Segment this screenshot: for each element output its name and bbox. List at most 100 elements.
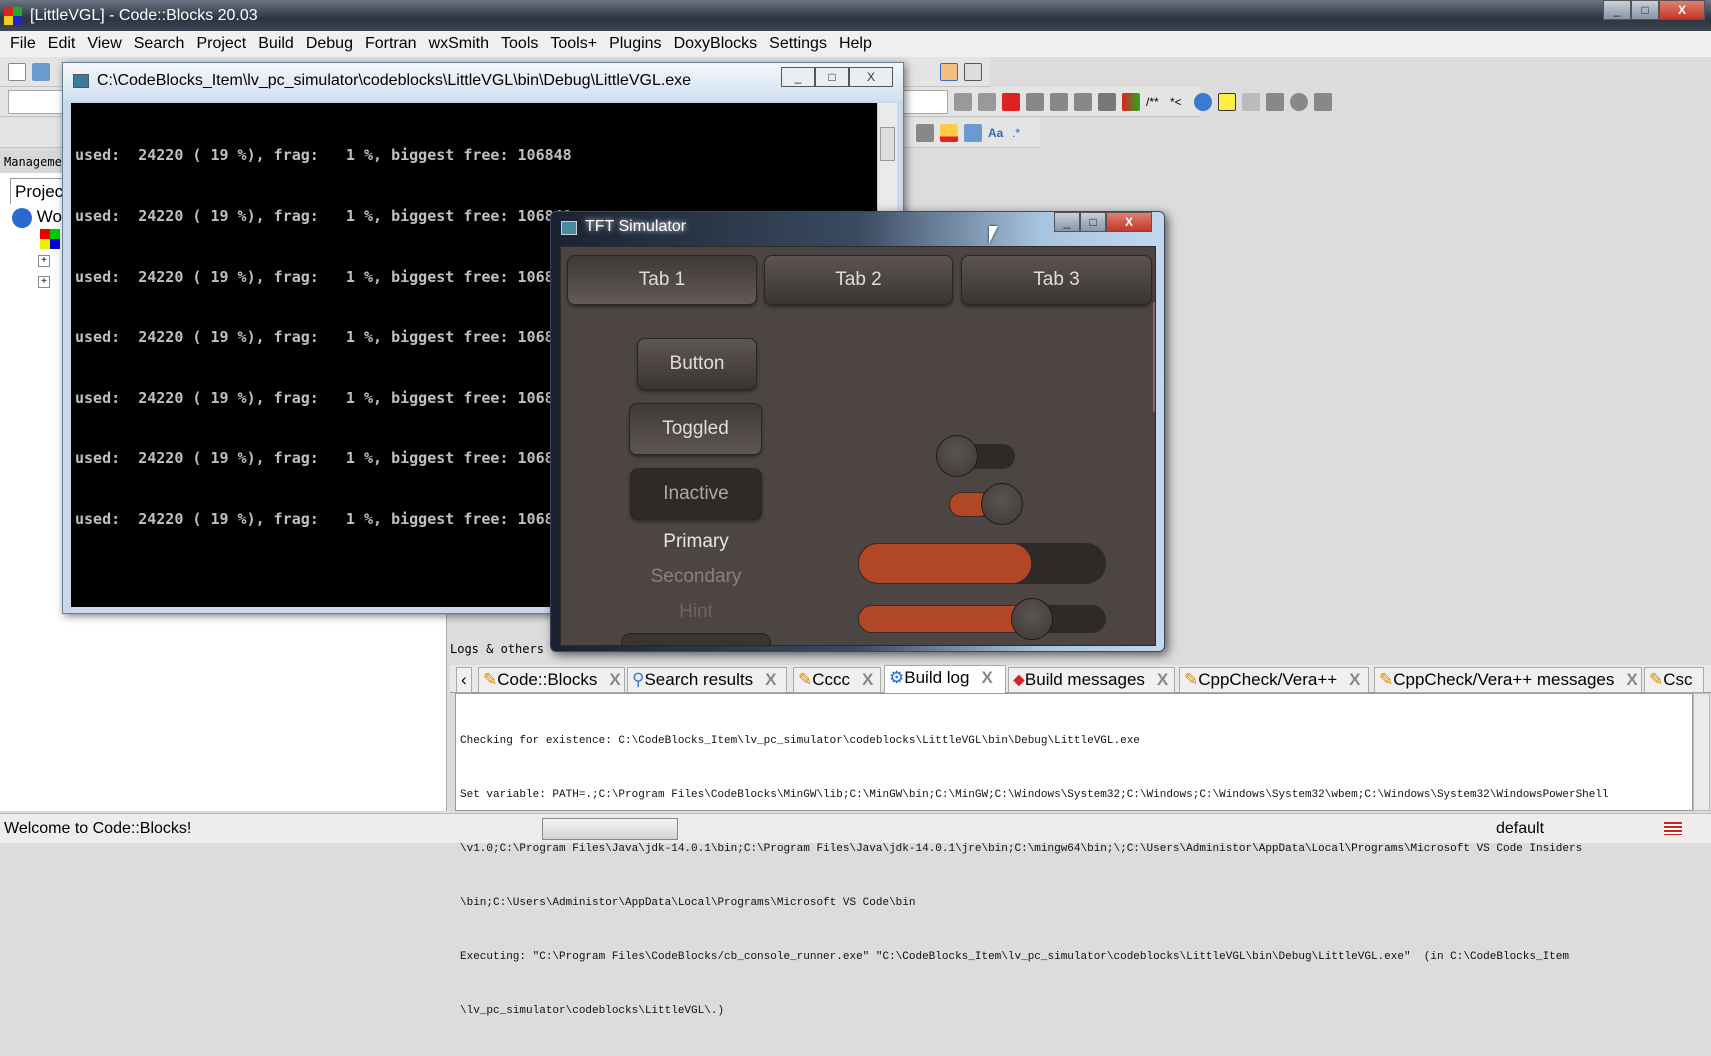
project-icon[interactable] <box>40 229 60 249</box>
prev-bookmark-icon[interactable] <box>1026 92 1044 111</box>
expand-icon[interactable]: + <box>38 276 50 288</box>
menu-edit[interactable]: Edit <box>42 35 82 53</box>
menu-fortran[interactable]: Fortran <box>359 35 423 53</box>
menu-debug[interactable]: Debug <box>300 35 359 53</box>
step-back-icon[interactable] <box>1266 92 1284 111</box>
menu-wxsmith[interactable]: wxSmith <box>423 35 495 53</box>
log-scrollbar[interactable] <box>1693 693 1710 811</box>
tft-window-buttons: _ □ X <box>1054 212 1152 232</box>
lvgl-scrollbar[interactable] <box>1153 302 1155 412</box>
close-tab-icon[interactable]: X <box>862 670 873 689</box>
regex-icon[interactable]: .* <box>1012 124 1030 142</box>
tab-cccc[interactable]: ✎Cccc X <box>793 667 881 693</box>
console-minimize-button[interactable]: _ <box>781 67 815 87</box>
tab-codeblocks[interactable]: ✎Code::Blocks X <box>478 667 625 693</box>
console-scroll-thumb[interactable] <box>880 127 895 161</box>
console-close-button[interactable]: X <box>849 67 893 87</box>
highlight-icon[interactable] <box>940 123 958 142</box>
codeblocks-logo-icon <box>4 7 22 25</box>
log-line: \bin;C:\Users\Administor\AppData\Local\P… <box>460 897 916 909</box>
lvgl-bar <box>858 543 1106 584</box>
switch-1-knob[interactable] <box>936 435 978 477</box>
doxywizard-icon[interactable] <box>1098 92 1116 111</box>
help-icon[interactable] <box>1218 92 1236 111</box>
tab-cppcheck[interactable]: ✎CppCheck/Vera++ X <box>1179 667 1369 693</box>
console-maximize-button[interactable]: □ <box>815 67 849 87</box>
menu-doxyblocks[interactable]: DoxyBlocks <box>668 35 764 53</box>
menu-tools-plus[interactable]: Tools+ <box>544 35 603 53</box>
menu-build[interactable]: Build <box>252 35 300 53</box>
close-button[interactable]: X <box>1659 0 1705 20</box>
lvgl-switch-1[interactable] <box>936 435 1015 477</box>
build-log-output[interactable]: Checking for existence: C:\CodeBlocks_It… <box>455 693 1693 1017</box>
back-arrow-icon[interactable] <box>954 92 972 111</box>
menu-search[interactable]: Search <box>128 35 191 53</box>
tabs-scroll-left[interactable]: ‹ <box>456 667 472 693</box>
select-icon[interactable] <box>964 123 982 142</box>
tft-close-button[interactable]: X <box>1106 212 1152 232</box>
wrench-icon[interactable] <box>1242 92 1260 111</box>
switch-2-knob[interactable] <box>981 483 1023 525</box>
tab-csc[interactable]: ✎Csc <box>1644 667 1704 693</box>
menu-file[interactable]: File <box>4 35 42 53</box>
pencil-icon: ✎ <box>483 670 498 689</box>
lvgl-roller[interactable] <box>621 633 771 645</box>
record-icon[interactable] <box>1290 92 1308 111</box>
close-tab-icon[interactable]: X <box>1157 670 1168 689</box>
forward-arrow-icon[interactable] <box>978 92 996 111</box>
console-line: used: 24220 ( 19 %), frag: 1 %, biggest … <box>75 146 572 165</box>
tab-cppcheck-messages[interactable]: ✎CppCheck/Vera++ messages X <box>1374 667 1642 693</box>
jump-icon[interactable] <box>916 123 934 142</box>
tab-search-results[interactable]: ⚲Search results X <box>627 667 787 693</box>
clear-bookmarks-icon[interactable] <box>1074 92 1092 111</box>
lvgl-switch-2[interactable] <box>949 483 1023 525</box>
tab-build-log[interactable]: ⚙Build log X <box>884 665 1006 693</box>
console-titlebar: C:\CodeBlocks_Item\lv_pc_simulator\codeb… <box>63 63 903 101</box>
tft-maximize-button[interactable]: □ <box>1080 212 1106 232</box>
menu-project[interactable]: Project <box>190 35 252 53</box>
window-titlebar: [LittleVGL] - Code::Blocks 20.03 _ □ X <box>0 0 1711 31</box>
menu-settings[interactable]: Settings <box>763 35 833 53</box>
close-tab-icon[interactable]: X <box>1626 670 1637 689</box>
new-file-icon[interactable] <box>8 62 26 81</box>
block-comment-icon[interactable]: /** <box>1146 93 1164 111</box>
close-tab-icon[interactable]: X <box>609 670 620 689</box>
close-tab-icon[interactable]: X <box>1349 670 1360 689</box>
info-icon[interactable] <box>964 62 982 81</box>
maximize-button[interactable]: □ <box>1631 0 1659 20</box>
menu-view[interactable]: View <box>81 35 127 53</box>
debug-info-icon[interactable] <box>940 62 958 81</box>
close-tab-icon[interactable]: X <box>981 668 992 687</box>
lvgl-slider[interactable] <box>858 598 1106 640</box>
menu-tools[interactable]: Tools <box>495 35 544 53</box>
lvgl-tab-2[interactable]: Tab 2 <box>764 255 953 305</box>
lvgl-button[interactable]: Button <box>637 338 757 390</box>
next-bookmark-icon[interactable] <box>1050 92 1068 111</box>
console-app-icon <box>73 74 89 88</box>
lvgl-tab-3[interactable]: Tab 3 <box>961 255 1152 305</box>
menu-plugins[interactable]: Plugins <box>603 35 667 53</box>
pin-icon: ⬥ <box>1013 670 1025 689</box>
lvgl-tab-1[interactable]: Tab 1 <box>567 255 757 305</box>
lvgl-toggled-button[interactable]: Toggled <box>629 403 762 455</box>
log-line: Checking for existence: C:\CodeBlocks_It… <box>460 735 1140 747</box>
status-message: Welcome to Code::Blocks! <box>4 820 192 837</box>
open-file-icon[interactable] <box>32 62 50 81</box>
match-case-icon[interactable]: Aa <box>988 124 1006 142</box>
abort-icon[interactable] <box>916 63 934 81</box>
console-title: C:\CodeBlocks_Item\lv_pc_simulator\codeb… <box>97 72 692 89</box>
close-tab-icon[interactable]: X <box>765 670 776 689</box>
slider-knob[interactable] <box>1010 598 1053 640</box>
html-docs-icon[interactable] <box>1194 92 1212 111</box>
step-forward-icon[interactable] <box>1314 92 1332 111</box>
line-comment-icon[interactable]: *< <box>1170 93 1188 111</box>
tft-minimize-button[interactable]: _ <box>1054 212 1080 232</box>
extract-docs-icon[interactable] <box>1122 92 1140 111</box>
console-line: used: 24220 ( 19 %), frag: 1 %, biggest … <box>75 449 572 468</box>
bookmark-flag-icon[interactable] <box>1002 92 1020 111</box>
tree-workspace[interactable]: Wo <box>12 206 62 228</box>
tab-build-messages[interactable]: ⬥Build messages X <box>1008 667 1175 693</box>
expand-icon[interactable]: + <box>38 255 50 267</box>
minimize-button[interactable]: _ <box>1603 0 1631 20</box>
menu-help[interactable]: Help <box>833 35 878 53</box>
